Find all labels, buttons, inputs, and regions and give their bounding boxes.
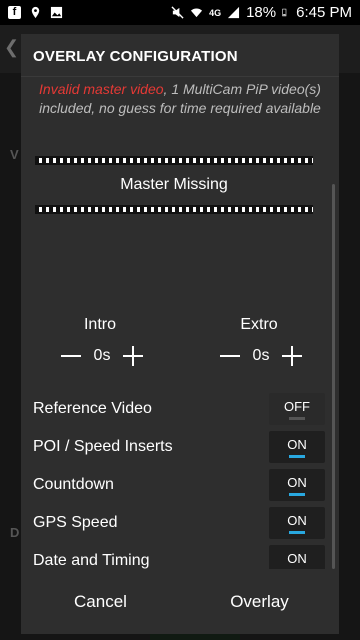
overlay-config-dialog: OVERLAY CONFIGURATION Invalid master vid… xyxy=(21,34,339,634)
filmstrip-bottom xyxy=(35,205,313,214)
option-gps-speed: GPS Speed ON xyxy=(33,504,325,542)
intro-increase-button[interactable] xyxy=(121,344,145,368)
clock: 6:45 PM xyxy=(296,4,352,21)
extro-value: 0s xyxy=(252,347,270,364)
background-section-2: D xyxy=(10,525,20,540)
extro-stepper: 0s xyxy=(218,344,304,368)
dialog-message: Invalid master video, 1 MultiCam PiP vid… xyxy=(31,80,329,118)
battery-percent: 18% xyxy=(246,4,277,21)
option-label: Countdown xyxy=(33,476,114,493)
network-type: 4G xyxy=(209,7,222,18)
extro-increase-button[interactable] xyxy=(280,344,304,368)
background-section-1: V xyxy=(10,147,19,162)
master-label: Master Missing xyxy=(120,176,228,193)
reference-video-toggle[interactable]: OFF xyxy=(269,393,325,425)
toggle-indicator xyxy=(289,455,305,458)
option-poi-speed-inserts: POI / Speed Inserts ON xyxy=(33,428,325,466)
dialog-scrollbar[interactable] xyxy=(332,184,335,569)
filmstrip-top xyxy=(35,156,313,165)
dialog-content[interactable]: Master Missing Intro 0s Extro 0s Referen… xyxy=(21,154,339,569)
toggle-state: ON xyxy=(287,475,307,490)
option-label: Date and Timing xyxy=(33,552,150,569)
facebook-icon: f xyxy=(8,6,21,19)
toggle-state: ON xyxy=(287,551,307,566)
option-label: POI / Speed Inserts xyxy=(33,438,173,455)
option-label: Reference Video xyxy=(33,400,152,417)
gps-speed-toggle[interactable]: ON xyxy=(269,507,325,539)
error-text: Invalid master video xyxy=(39,81,164,97)
option-date-timing: Date and Timing ON xyxy=(33,542,325,569)
toggle-state: ON xyxy=(287,437,307,452)
extro-decrease-button[interactable] xyxy=(218,344,242,368)
intro-label: Intro xyxy=(83,316,116,333)
status-right: 4G 18% 6:45 PM xyxy=(171,4,352,21)
status-left: f xyxy=(8,6,63,19)
extro-label: Extro xyxy=(240,316,278,333)
date-timing-toggle[interactable]: ON xyxy=(269,545,325,569)
intro-decrease-button[interactable] xyxy=(59,344,83,368)
toggle-indicator xyxy=(289,417,305,420)
toggle-indicator xyxy=(289,493,305,496)
signal-icon xyxy=(228,6,240,19)
option-label: GPS Speed xyxy=(33,514,118,531)
intro-value: 0s xyxy=(93,347,111,364)
location-icon xyxy=(31,6,40,19)
toggle-state: ON xyxy=(287,513,307,528)
battery-icon xyxy=(282,8,287,17)
poi-speed-inserts-toggle[interactable]: ON xyxy=(269,431,325,463)
mute-icon xyxy=(171,6,184,19)
option-countdown: Countdown ON xyxy=(33,466,325,504)
image-icon xyxy=(50,6,63,19)
option-reference-video: Reference Video OFF xyxy=(33,390,325,428)
countdown-toggle[interactable]: ON xyxy=(269,469,325,501)
toggle-indicator xyxy=(289,531,305,534)
wifi-icon xyxy=(191,8,203,18)
dialog-title: OVERLAY CONFIGURATION xyxy=(33,48,238,65)
toggle-state: OFF xyxy=(284,399,310,414)
dialog-divider xyxy=(21,76,339,77)
cancel-button[interactable]: Cancel xyxy=(21,570,180,634)
status-bar: f 4G 18% 6:45 PM xyxy=(0,0,360,25)
intro-stepper: 0s xyxy=(59,344,145,368)
dialog-actions: Cancel Overlay xyxy=(21,570,339,634)
overlay-button[interactable]: Overlay xyxy=(180,570,339,634)
